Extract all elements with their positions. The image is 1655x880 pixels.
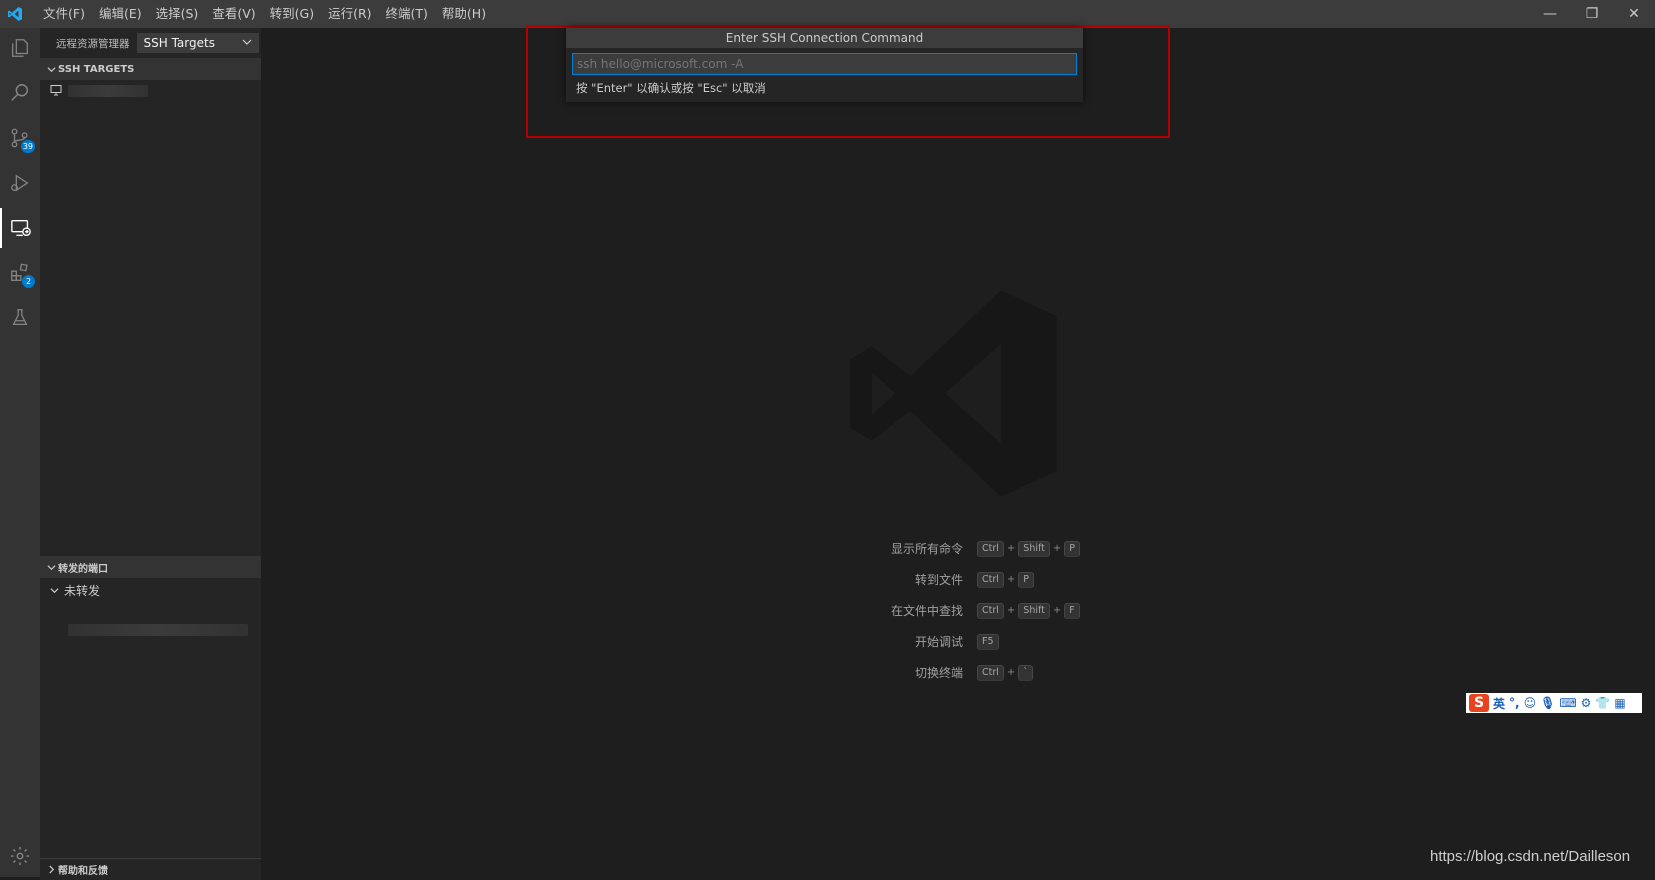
chevron-down-icon — [44, 563, 58, 572]
shortcut-label: 显示所有命令 — [890, 542, 963, 556]
ime-mode-toggle[interactable]: 英 — [1493, 695, 1505, 712]
grid-menu-icon[interactable]: ▦ — [1614, 696, 1625, 710]
minimize-button[interactable]: — — [1529, 0, 1571, 28]
shortcut-row: 显示所有命令 Ctrl + Shift + P — [821, 533, 1321, 564]
section-forwarded-ports[interactable]: 转发的端口 — [40, 556, 261, 578]
vscode-watermark-icon — [846, 286, 1061, 505]
key-cap: P — [1064, 540, 1081, 557]
microphone-icon[interactable]: 🎙 — [1540, 696, 1555, 710]
skin-shirt-icon[interactable]: 👕 — [1595, 696, 1610, 710]
menu-view[interactable]: 查看(V) — [205, 0, 262, 28]
key-cap: Shift — [1018, 602, 1050, 619]
menu-help[interactable]: 帮助(H) — [435, 0, 493, 28]
key-cap: Ctrl — [977, 602, 1004, 619]
chevron-down-icon — [50, 586, 64, 595]
menu-terminal[interactable]: 终端(T) — [379, 0, 435, 28]
shortcut-label: 在文件中查找 — [890, 604, 963, 618]
vscode-logo-icon — [0, 0, 30, 28]
ports-group-label: 未转发 — [64, 583, 101, 598]
testing-flask-icon[interactable] — [0, 298, 40, 338]
source-control-icon[interactable]: 39 — [0, 118, 40, 158]
shortcut-row: 在文件中查找 Ctrl + Shift + F — [821, 595, 1321, 626]
sidebar-title: 远程资源管理器 — [56, 37, 130, 50]
search-icon[interactable] — [0, 73, 40, 113]
ssh-command-quick-input: Enter SSH Connection Command 按 "Enter" 以… — [566, 28, 1083, 102]
key-cap: Ctrl — [977, 540, 1004, 557]
shortcut-row: 转到文件 Ctrl + P — [821, 564, 1321, 595]
key-cap: P — [1018, 571, 1035, 588]
menu-run[interactable]: 运行(R) — [321, 0, 378, 28]
run-debug-icon[interactable] — [0, 163, 40, 203]
section-forwarded-ports-label: 转发的端口 — [58, 563, 108, 575]
shortcut-row: 切换终端 Ctrl + ` — [821, 657, 1321, 688]
window-controls: — ❐ ✕ — [1529, 0, 1655, 28]
monitor-icon — [50, 84, 62, 99]
settings-gear-icon[interactable] — [0, 836, 40, 876]
key-cap: Ctrl — [977, 571, 1004, 588]
redacted-port-row — [68, 624, 248, 640]
title-bar: 文件(F) 编辑(E) 选择(S) 查看(V) 转到(G) 运行(R) 终端(T… — [0, 0, 1655, 28]
activity-bar: 39 2 — [0, 28, 40, 877]
shortcut-list: 显示所有命令 Ctrl + Shift + P 转到文件 Ctrl + P 在文件中查… — [821, 533, 1321, 688]
menu-selection[interactable]: 选择(S) — [149, 0, 206, 28]
punctuation-icon[interactable]: °, — [1509, 696, 1520, 710]
remote-type-select-value: SSH Targets — [143, 36, 215, 50]
ime-logo-icon[interactable]: S — [1469, 694, 1489, 712]
chevron-down-icon — [44, 65, 58, 74]
quick-input-title: Enter SSH Connection Command — [566, 28, 1083, 48]
key-cap: Shift — [1018, 540, 1050, 557]
redacted-host — [68, 85, 148, 97]
remote-explorer-sidebar: 远程资源管理器 SSH Targets SSH TARGETS 转发的端口 未转… — [40, 28, 261, 880]
sidebar-header: 远程资源管理器 SSH Targets — [40, 28, 261, 58]
quick-input-hint: 按 "Enter" 以确认或按 "Esc" 以取消 — [576, 81, 766, 95]
ssh-target-item[interactable] — [40, 80, 261, 102]
remote-type-select[interactable]: SSH Targets — [136, 33, 259, 53]
ports-group-item[interactable]: 未转发 — [50, 579, 100, 601]
chevron-down-icon — [242, 36, 252, 50]
menu-go[interactable]: 转到(G) — [263, 0, 321, 28]
shortcut-label: 开始调试 — [914, 635, 963, 649]
shortcut-label: 切换终端 — [914, 666, 963, 680]
emoji-icon[interactable]: ☺ — [1524, 696, 1537, 710]
key-cap: F — [1064, 602, 1080, 619]
shortcut-label: 转到文件 — [914, 573, 963, 587]
ssh-command-input[interactable] — [572, 53, 1077, 75]
menu-edit[interactable]: 编辑(E) — [92, 0, 149, 28]
explorer-icon[interactable] — [0, 28, 40, 68]
close-button[interactable]: ✕ — [1613, 0, 1655, 28]
chevron-right-icon — [44, 865, 58, 874]
ime-toolbar: S 英 °, ☺ 🎙 ⌨ ⚙ 👕 ▦ — [1466, 693, 1642, 713]
csdn-watermark: https://blog.csdn.net/Dailleson — [1430, 848, 1631, 865]
restore-button[interactable]: ❐ — [1571, 0, 1613, 28]
source-control-badge: 39 — [20, 140, 35, 153]
menu-file[interactable]: 文件(F) — [36, 0, 92, 28]
key-cap: ` — [1018, 664, 1034, 681]
section-ssh-targets[interactable]: SSH TARGETS — [40, 58, 261, 80]
menu-bar: 文件(F) 编辑(E) 选择(S) 查看(V) 转到(G) 运行(R) 终端(T… — [36, 0, 493, 28]
key-cap: Ctrl — [977, 664, 1004, 681]
shortcut-row: 开始调试 F5 — [821, 626, 1321, 657]
keyboard-icon[interactable]: ⌨ — [1559, 696, 1576, 710]
section-help-feedback-label: 帮助和反馈 — [58, 866, 108, 877]
toolbox-icon[interactable]: ⚙ — [1581, 696, 1592, 710]
editor-area: 显示所有命令 Ctrl + Shift + P 转到文件 Ctrl + P 在文件中查… — [261, 28, 1655, 877]
remote-explorer-icon[interactable] — [0, 208, 40, 248]
extensions-badge: 2 — [22, 275, 35, 288]
redacted-port — [68, 624, 248, 636]
extensions-icon[interactable]: 2 — [0, 253, 40, 293]
key-cap: F5 — [977, 633, 999, 650]
section-ssh-targets-label: SSH TARGETS — [58, 63, 135, 75]
